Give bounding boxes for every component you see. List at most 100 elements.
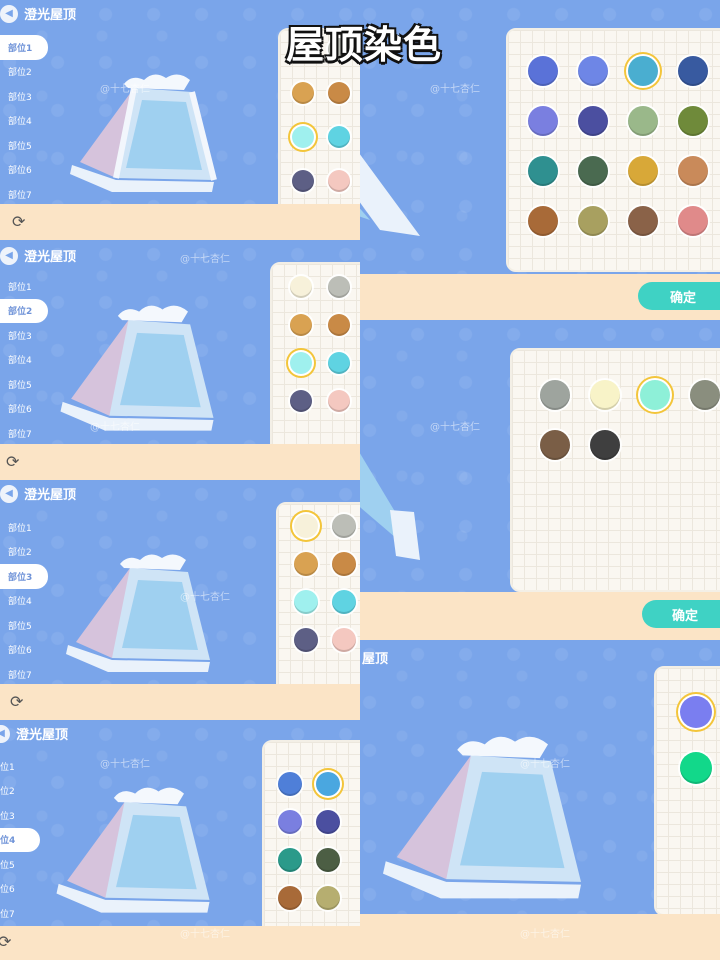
color-swatch[interactable] [294, 552, 318, 576]
part-item-6[interactable]: 部位6 [0, 397, 48, 422]
color-swatch[interactable] [290, 276, 312, 298]
back-arrow-icon[interactable]: ◀ [0, 246, 18, 265]
part-item-4[interactable]: 部位4 [0, 109, 48, 134]
confirm-button[interactable]: 确定 [642, 600, 720, 628]
part-item-2[interactable]: 部位2 [0, 540, 48, 565]
part-item-2[interactable]: 部位2 [0, 60, 48, 85]
part-item-3[interactable]: 部位3 [0, 84, 48, 109]
color-swatch[interactable] [578, 56, 608, 86]
color-swatch[interactable] [680, 752, 712, 784]
swatch-card [262, 740, 360, 940]
color-swatch[interactable] [528, 156, 558, 186]
part-item-3[interactable]: 位3 [0, 803, 40, 828]
part-item-5[interactable]: 部位5 [0, 133, 48, 158]
part-item-1[interactable]: 位1 [0, 754, 40, 779]
color-swatch[interactable] [292, 82, 314, 104]
color-swatch[interactable] [332, 552, 356, 576]
panel-palette-small: 屋顶 [360, 640, 720, 960]
part-item-5[interactable]: 位5 [0, 852, 40, 877]
part-item-1[interactable]: 部位1 [0, 35, 48, 60]
color-swatch[interactable] [278, 772, 302, 796]
color-swatch[interactable] [680, 696, 712, 728]
color-swatch[interactable] [328, 170, 350, 192]
color-swatch[interactable] [292, 126, 314, 148]
part-item-3[interactable]: 部位3 [0, 323, 48, 348]
color-swatch[interactable] [290, 390, 312, 412]
color-swatch[interactable] [294, 590, 318, 614]
part-item-4[interactable]: 部位4 [0, 589, 48, 614]
confirm-button[interactable]: 确定 [638, 282, 720, 310]
color-swatch[interactable] [294, 628, 318, 652]
color-swatch[interactable] [678, 206, 708, 236]
color-swatch[interactable] [328, 390, 350, 412]
header-title: 澄光屋顶 [24, 488, 77, 503]
color-swatch[interactable] [528, 56, 558, 86]
part-item-7[interactable]: 部位7 [0, 182, 48, 207]
part-item-6[interactable]: 部位6 [0, 638, 48, 663]
color-swatch[interactable] [528, 206, 558, 236]
part-item-2[interactable]: 位2 [0, 779, 40, 804]
color-swatch[interactable] [590, 430, 620, 460]
color-swatch[interactable] [628, 56, 658, 86]
part-item-6[interactable]: 部位6 [0, 158, 48, 183]
part-item-7[interactable]: 部位7 [0, 421, 48, 446]
refresh-icon[interactable]: ⟳ [6, 452, 19, 471]
color-swatch[interactable] [316, 810, 340, 834]
refresh-icon[interactable]: ⟳ [12, 212, 25, 231]
part-item-5[interactable]: 部位5 [0, 613, 48, 638]
color-swatch[interactable] [290, 314, 312, 336]
part-item-2[interactable]: 部位2 [0, 298, 48, 323]
refresh-icon[interactable]: ⟳ [10, 692, 23, 711]
color-swatch[interactable] [292, 170, 314, 192]
color-swatch[interactable] [528, 106, 558, 136]
color-swatch[interactable] [328, 126, 350, 148]
color-swatch[interactable] [678, 56, 708, 86]
part-item-4[interactable]: 部位4 [0, 348, 48, 373]
color-swatch[interactable] [316, 886, 340, 910]
color-swatch[interactable] [678, 156, 708, 186]
color-swatch[interactable] [316, 848, 340, 872]
color-swatch[interactable] [540, 430, 570, 460]
part-item-1[interactable]: 部位1 [0, 515, 48, 540]
part-item-5[interactable]: 部位5 [0, 372, 48, 397]
color-swatch[interactable] [278, 886, 302, 910]
part-item-6[interactable]: 位6 [0, 877, 40, 902]
color-swatch[interactable] [628, 106, 658, 136]
color-swatch[interactable] [628, 206, 658, 236]
color-swatch[interactable] [328, 276, 350, 298]
color-swatch[interactable] [590, 380, 620, 410]
color-swatch[interactable] [278, 848, 302, 872]
part-item-1[interactable]: 部位1 [0, 274, 48, 299]
parts-list: 部位1 部位2 部位3 部位4 部位5 部位6 部位7 [0, 35, 48, 207]
swatch-card [270, 262, 360, 462]
refresh-icon[interactable]: ⟳ [0, 932, 11, 951]
back-arrow-icon[interactable]: ◀ [0, 4, 18, 23]
back-arrow-icon[interactable]: ◀ [0, 724, 10, 743]
color-swatch[interactable] [332, 514, 356, 538]
header-title: 澄光屋顶 [24, 8, 77, 23]
color-swatch[interactable] [290, 352, 312, 374]
part-item-4[interactable]: 位4 [0, 827, 40, 852]
color-swatch[interactable] [640, 380, 670, 410]
parts-list: 位1 位2 位3 位4 位5 位6 位7 [0, 754, 40, 926]
color-swatch[interactable] [316, 772, 340, 796]
part-item-7[interactable]: 位7 [0, 901, 40, 926]
color-swatch[interactable] [628, 156, 658, 186]
color-swatch[interactable] [690, 380, 720, 410]
color-swatch[interactable] [328, 314, 350, 336]
color-swatch[interactable] [578, 206, 608, 236]
color-swatch[interactable] [540, 380, 570, 410]
color-swatch[interactable] [332, 628, 356, 652]
color-swatch[interactable] [328, 352, 350, 374]
color-swatch[interactable] [294, 514, 318, 538]
color-swatch[interactable] [328, 82, 350, 104]
part-item-7[interactable]: 部位7 [0, 662, 48, 687]
swatch-card [510, 348, 720, 592]
color-swatch[interactable] [578, 106, 608, 136]
part-item-3[interactable]: 部位3 [0, 564, 48, 589]
back-arrow-icon[interactable]: ◀ [0, 484, 18, 503]
color-swatch[interactable] [332, 590, 356, 614]
color-swatch[interactable] [678, 106, 708, 136]
color-swatch[interactable] [278, 810, 302, 834]
color-swatch[interactable] [578, 156, 608, 186]
